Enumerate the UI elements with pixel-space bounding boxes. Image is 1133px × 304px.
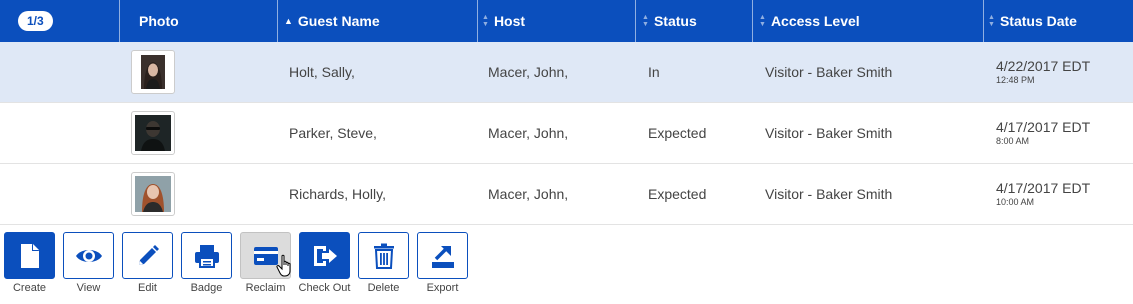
action-toolbar: Create View Edit Badge Reclaim Check Out… <box>0 232 472 294</box>
create-button[interactable] <box>4 232 55 279</box>
delete-button[interactable] <box>358 232 409 279</box>
export-tool: Export <box>413 232 472 294</box>
sort-ascending-icon: ▲ <box>284 15 293 26</box>
delete-tool: Delete <box>354 232 413 294</box>
check-out-label: Check Out <box>298 282 351 294</box>
view-tool: View <box>59 232 118 294</box>
export-icon <box>431 245 454 268</box>
status-time: 10:00 AM <box>996 197 1035 207</box>
trash-icon <box>373 243 394 269</box>
printer-icon <box>194 244 219 268</box>
table-row[interactable]: Holt, Sally, Macer, John, In Visitor - B… <box>0 42 1133 103</box>
column-header-photo: Photo <box>120 0 278 42</box>
row-select-cell[interactable] <box>0 103 120 163</box>
delete-label: Delete <box>367 282 400 294</box>
export-label: Export <box>426 282 459 294</box>
status-cell: Expected <box>648 186 707 202</box>
host-cell: Macer, John, <box>488 125 569 141</box>
sort-icon: ▲ ▼ <box>642 14 649 28</box>
checkout-icon <box>313 245 337 266</box>
status-cell: Expected <box>648 125 707 141</box>
column-header-label: Status Date <box>999 13 1077 29</box>
host-cell: Macer, John, <box>488 186 569 202</box>
status-time: 12:48 PM <box>996 75 1035 85</box>
checkout-tool: Check Out <box>295 232 354 294</box>
guest-photo[interactable] <box>131 172 175 216</box>
status-cell: In <box>648 64 660 80</box>
sort-icon: ▲ ▼ <box>759 14 766 28</box>
column-header-access-level[interactable]: ▲ ▼ Access Level <box>753 0 984 42</box>
export-button[interactable] <box>417 232 468 279</box>
edit-button[interactable] <box>122 232 173 279</box>
column-header-label: Photo <box>139 13 179 29</box>
hand-cursor-icon <box>276 254 291 277</box>
photo-cell <box>120 103 278 163</box>
create-tool: Create <box>0 232 59 294</box>
column-header-label: Host <box>493 13 526 29</box>
guest-name-cell: Richards, Holly, <box>289 186 386 202</box>
row-select-cell[interactable] <box>0 42 120 102</box>
column-header-guest-name[interactable]: ▲ Guest Name <box>278 0 478 42</box>
column-header-status-date[interactable]: ▲ ▼ Status Date <box>984 0 1133 42</box>
guest-portrait-icon <box>141 55 165 89</box>
table-header: 1/3 Photo ▲ Guest Name ▲ ▼ Host ▲ ▼ Status… <box>0 0 1133 42</box>
edit-tool: Edit <box>118 232 177 294</box>
create-label: Create <box>12 282 47 294</box>
column-header-label: Access Level <box>770 13 860 29</box>
reclaim-label: Reclaim <box>245 282 286 294</box>
view-label: View <box>76 282 101 294</box>
status-date-cell: 4/22/2017 EDT 12:48 PM <box>984 42 1133 102</box>
column-header-status[interactable]: ▲ ▼ Status <box>636 0 753 42</box>
row-select-cell[interactable] <box>0 164 120 224</box>
pencil-icon <box>138 244 159 265</box>
guest-name-cell: Parker, Steve, <box>289 125 377 141</box>
column-header-label: Guest Name <box>297 13 380 29</box>
column-header-label: Status <box>653 13 697 29</box>
host-cell: Macer, John, <box>488 64 569 80</box>
badge-label: Badge <box>190 282 223 294</box>
photo-cell <box>120 42 278 102</box>
guest-portrait-icon <box>135 115 171 151</box>
check-out-button[interactable] <box>299 232 350 279</box>
status-date: 4/22/2017 EDT <box>996 58 1091 74</box>
access-level-cell: Visitor - Baker Smith <box>765 186 893 202</box>
document-icon <box>20 243 39 268</box>
status-date: 4/17/2017 EDT <box>996 180 1091 196</box>
badge-button[interactable] <box>181 232 232 279</box>
count-badge: 1/3 <box>18 11 53 31</box>
access-level-cell: Visitor - Baker Smith <box>765 64 893 80</box>
eye-icon <box>75 249 102 262</box>
status-date-cell: 4/17/2017 EDT 10:00 AM <box>984 164 1133 224</box>
table-row[interactable]: Parker, Steve, Macer, John, Expected Vis… <box>0 103 1133 164</box>
guest-photo[interactable] <box>131 50 175 94</box>
guest-portrait-icon <box>135 176 171 212</box>
photo-cell <box>120 164 278 224</box>
badge-tool: Badge <box>177 232 236 294</box>
table-row[interactable]: Richards, Holly, Macer, John, Expected V… <box>0 164 1133 225</box>
view-button[interactable] <box>63 232 114 279</box>
card-icon <box>253 246 278 265</box>
guest-photo[interactable] <box>131 111 175 155</box>
status-date-cell: 4/17/2017 EDT 8:00 AM <box>984 103 1133 163</box>
header-count-cell: 1/3 <box>0 0 120 42</box>
column-header-host[interactable]: ▲ ▼ Host <box>478 0 636 42</box>
guest-table: 1/3 Photo ▲ Guest Name ▲ ▼ Host ▲ ▼ Status… <box>0 0 1133 225</box>
status-date: 4/17/2017 EDT <box>996 119 1091 135</box>
sort-icon: ▲ ▼ <box>988 14 995 28</box>
status-time: 8:00 AM <box>996 136 1030 146</box>
guest-name-cell: Holt, Sally, <box>289 64 355 80</box>
edit-label: Edit <box>138 282 157 294</box>
sort-icon: ▲ ▼ <box>482 14 489 28</box>
table-body: Holt, Sally, Macer, John, In Visitor - B… <box>0 42 1133 225</box>
access-level-cell: Visitor - Baker Smith <box>765 125 893 141</box>
